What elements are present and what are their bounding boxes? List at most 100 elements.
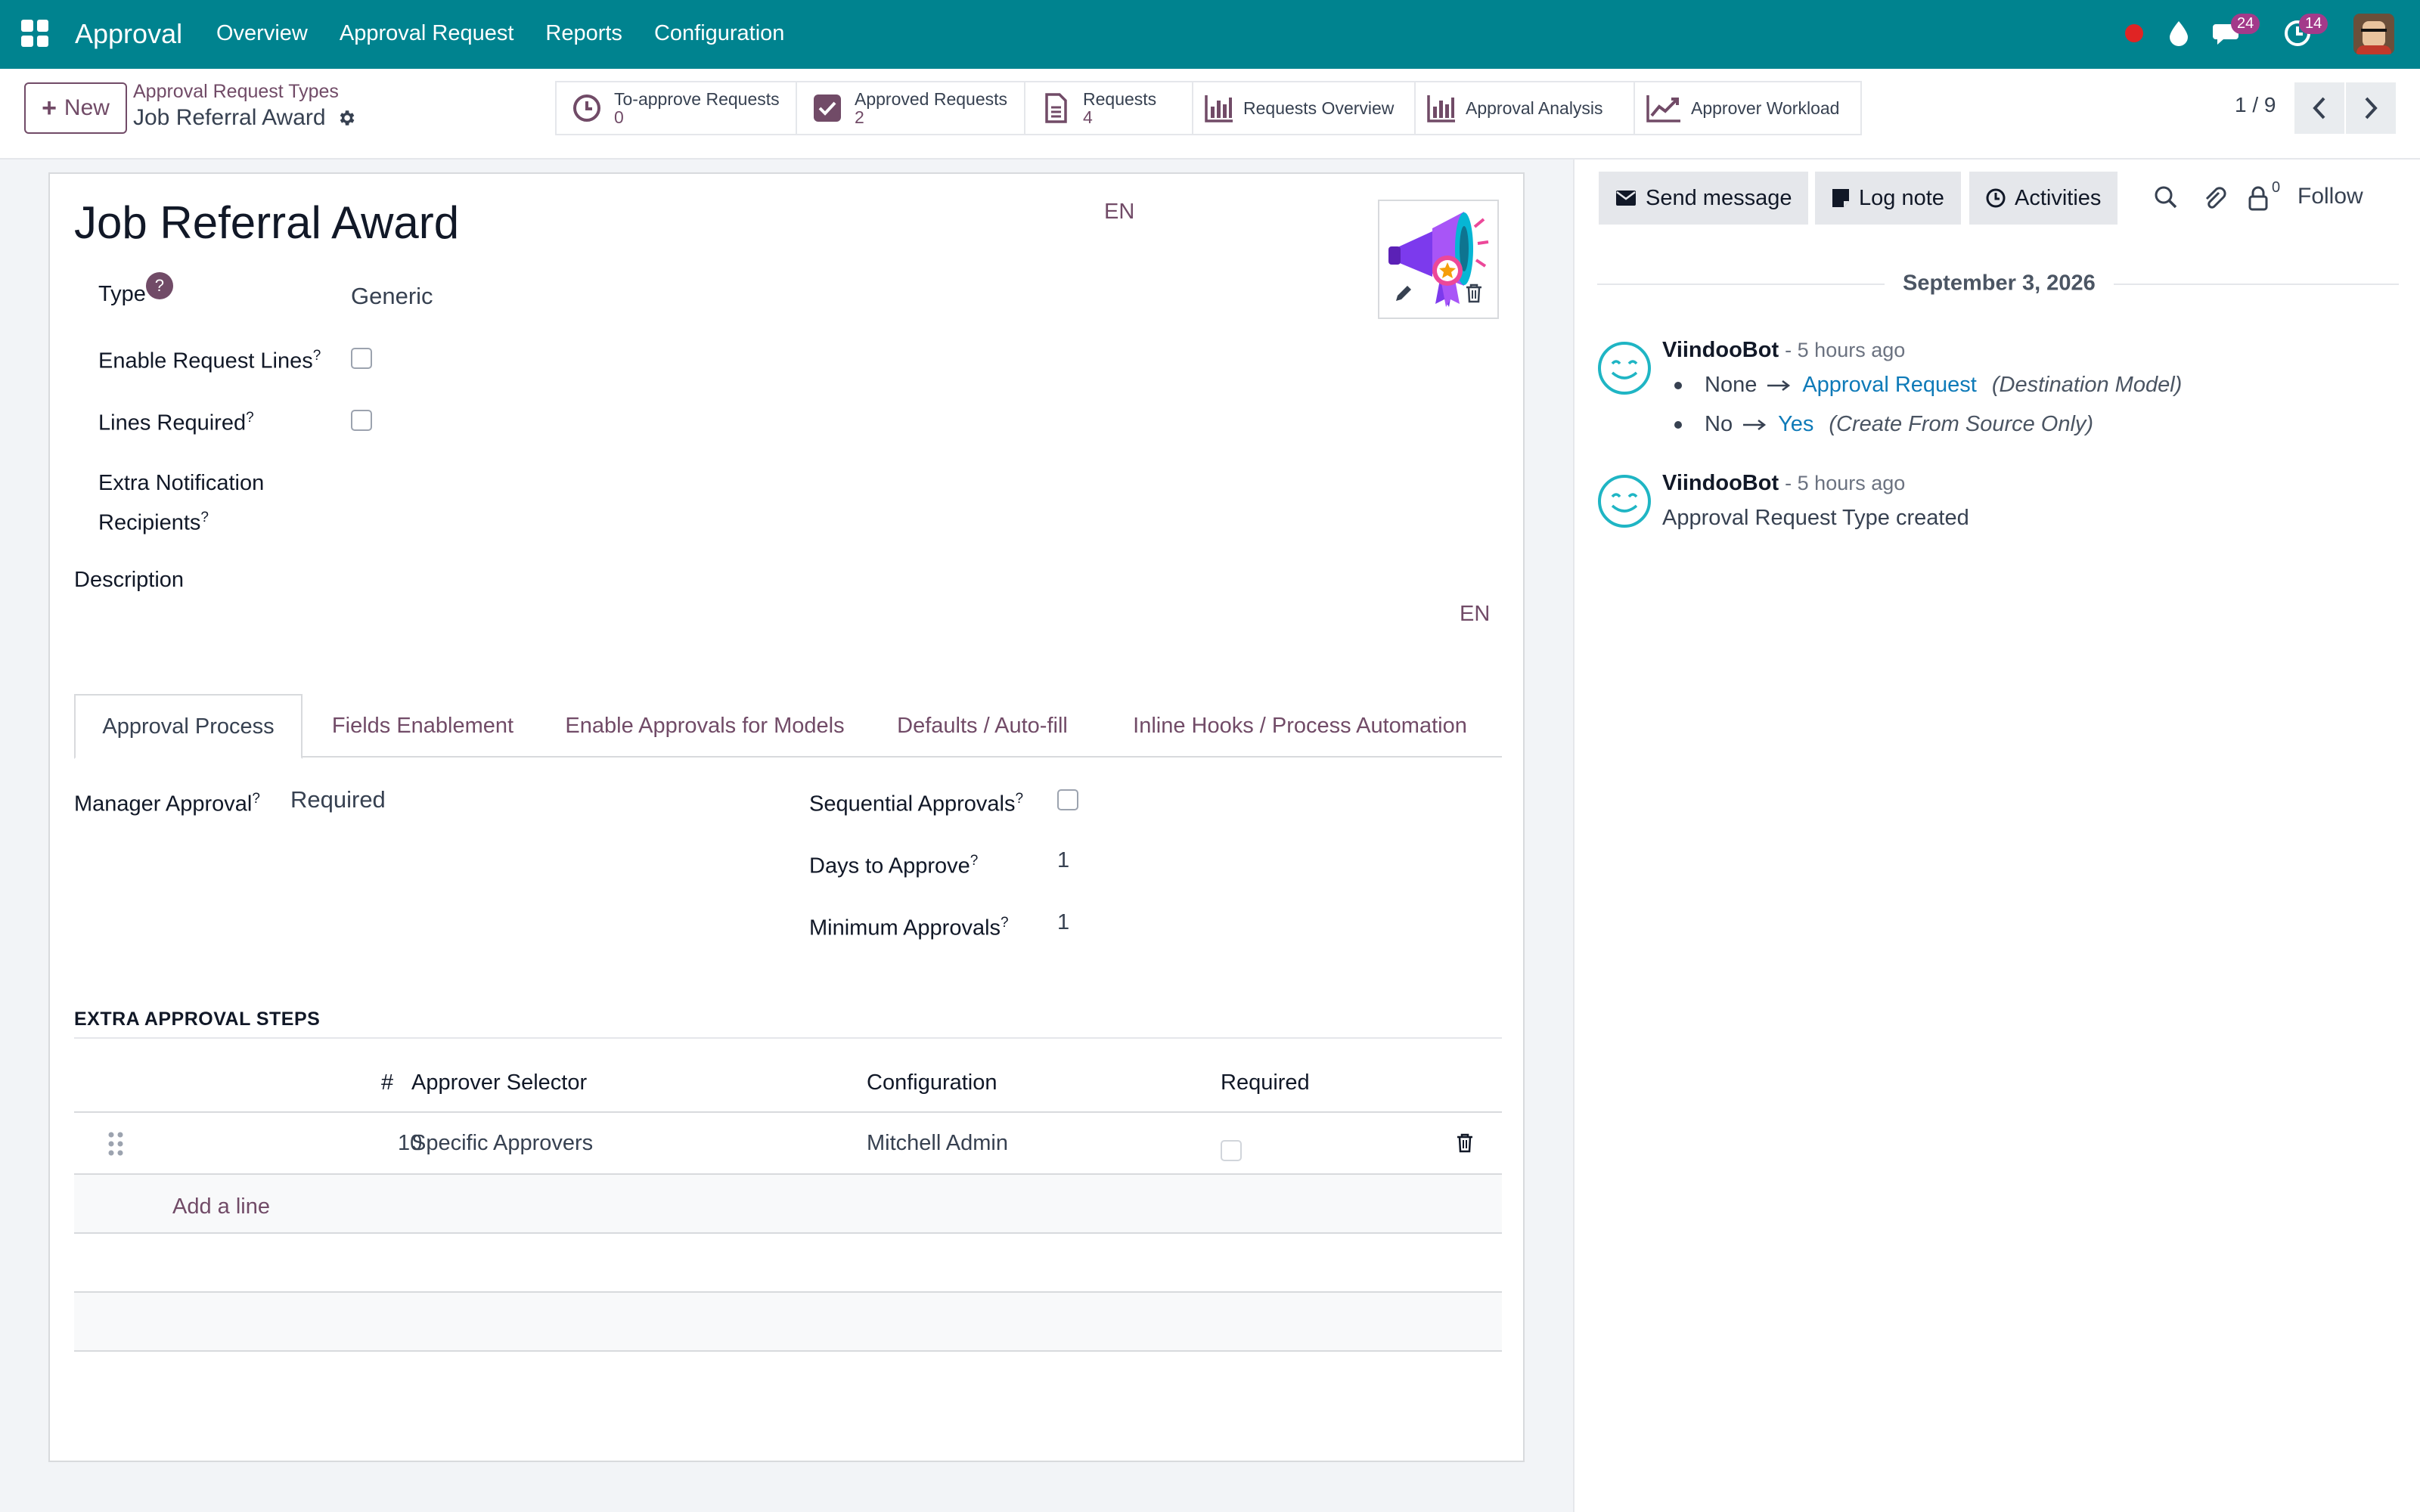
lines-required-checkbox[interactable] — [351, 410, 372, 431]
row-approver-selector[interactable]: Specific Approvers — [411, 1131, 593, 1156]
activities-button[interactable]: Activities — [1969, 172, 2118, 225]
tab-defaults-autofill[interactable]: Defaults / Auto-fill — [867, 694, 1098, 758]
approved-count: 2 — [855, 107, 864, 127]
requests-button[interactable]: Requests 4 — [1025, 82, 1193, 134]
section-divider — [74, 1037, 1502, 1039]
plus-icon: + — [42, 93, 57, 122]
change-field-name: (Create From Source Only) — [1829, 412, 2094, 436]
approved-requests-button[interactable]: Approved Requests 2 — [797, 82, 1025, 134]
type-help-icon[interactable]: ? — [145, 272, 173, 299]
enable-request-lines-help-icon[interactable]: ? — [313, 348, 321, 364]
tab-inline-hooks[interactable]: Inline Hooks / Process Automation — [1098, 694, 1502, 758]
enable-request-lines-checkbox[interactable] — [351, 348, 372, 369]
log-note-button[interactable]: Log note — [1815, 172, 1961, 225]
message-author-name: ViindooBot — [1662, 338, 1779, 362]
manager-approval-value[interactable]: Required — [290, 786, 386, 813]
paperclip-icon[interactable] — [2202, 185, 2226, 211]
to-approve-requests-button[interactable]: To-approve Requests 0 — [557, 82, 797, 134]
bullet-icon — [1674, 420, 1682, 429]
days-to-approve-value[interactable]: 1 — [1057, 848, 1069, 873]
smart-buttons: To-approve Requests 0 Approved Requests … — [555, 81, 1862, 135]
pager-previous-button[interactable] — [2294, 82, 2344, 134]
tab-fields-enablement[interactable]: Fields Enablement — [302, 694, 543, 758]
app-brand[interactable]: Approval — [75, 18, 182, 50]
notebook-tabs: Approval Process Fields Enablement Enabl… — [74, 694, 1502, 759]
check-square-icon — [814, 94, 841, 122]
minimum-approvals-value[interactable]: 1 — [1057, 910, 1069, 935]
days-to-approve-help-icon[interactable]: ? — [970, 853, 979, 869]
add-a-line-link[interactable]: Add a line — [172, 1194, 270, 1219]
send-message-button[interactable]: Send message — [1599, 172, 1809, 225]
minimum-approvals-help-icon[interactable]: ? — [1001, 915, 1009, 931]
record-dot-icon[interactable] — [2125, 24, 2143, 42]
menu-reports[interactable]: Reports — [545, 21, 622, 46]
column-header-configuration[interactable]: Configuration — [867, 1070, 997, 1095]
lock-icon[interactable] — [2248, 185, 2269, 211]
apps-menu-icon[interactable] — [21, 20, 48, 47]
description-lang-button[interactable]: EN — [1460, 602, 1490, 627]
breadcrumb-current-label: Job Referral Award — [133, 105, 326, 130]
days-to-approve-text: Days to Approve — [809, 854, 970, 878]
extra-recipients-help-icon[interactable]: ? — [200, 510, 209, 525]
lines-required-label: Lines Required? — [98, 401, 254, 441]
requests-overview-label: Requests Overview — [1243, 98, 1395, 118]
sequential-approvals-text: Sequential Approvals — [809, 792, 1016, 816]
pager-next-button[interactable] — [2346, 82, 2396, 134]
record-title[interactable]: Job Referral Award — [74, 197, 459, 249]
trash-icon[interactable] — [1464, 283, 1484, 304]
breadcrumb-parent[interactable]: Approval Request Types — [133, 81, 339, 103]
chevron-right-icon — [2365, 97, 2378, 119]
requests-overview-button[interactable]: Requests Overview — [1193, 82, 1416, 134]
table-row-divider — [74, 1350, 1502, 1352]
approval-analysis-button[interactable]: Approval Analysis — [1416, 82, 1635, 134]
tab-enable-approvals-for-models[interactable]: Enable Approvals for Models — [543, 694, 867, 758]
new-button[interactable]: + New — [24, 82, 127, 134]
enable-request-lines-label: Enable Request Lines? — [98, 339, 321, 379]
menu-overview[interactable]: Overview — [216, 21, 308, 46]
top-navbar: Approval Overview Approval Request Repor… — [0, 0, 2420, 69]
approver-workload-button[interactable]: Approver Workload — [1635, 82, 1860, 134]
chevron-left-icon — [2313, 97, 2325, 119]
row-required-checkbox[interactable] — [1221, 1140, 1242, 1161]
message-author[interactable]: ViindooBot - 5 hours ago — [1662, 471, 1905, 496]
row-configuration[interactable]: Mitchell Admin — [867, 1131, 1008, 1156]
lines-required-help-icon[interactable]: ? — [246, 410, 254, 426]
user-avatar[interactable] — [2353, 14, 2394, 54]
manager-approval-help-icon[interactable]: ? — [252, 791, 260, 807]
sequential-approvals-help-icon[interactable]: ? — [1015, 791, 1023, 807]
control-panel: + New Approval Request Types Job Referra… — [0, 69, 2420, 160]
activities-label: Activities — [2015, 185, 2102, 210]
menu-approval-request[interactable]: Approval Request — [340, 21, 514, 46]
column-header-approver-selector[interactable]: Approver Selector — [411, 1070, 587, 1095]
trash-icon[interactable] — [1455, 1132, 1475, 1154]
pager-value[interactable]: 1 / 9 — [2235, 93, 2276, 117]
approved-label: Approved Requests — [855, 88, 1008, 109]
followers-count: 0 — [2272, 179, 2281, 196]
title-lang-button[interactable]: EN — [1104, 200, 1134, 225]
sequential-approvals-checkbox[interactable] — [1057, 789, 1078, 810]
drop-icon[interactable] — [2167, 20, 2190, 47]
record-image[interactable] — [1378, 200, 1499, 319]
column-header-required[interactable]: Required — [1221, 1070, 1310, 1095]
search-icon[interactable] — [2154, 185, 2178, 209]
lines-required-text: Lines Required — [98, 411, 247, 435]
type-value[interactable]: Generic — [351, 283, 433, 310]
clock-icon — [573, 94, 600, 122]
follow-button[interactable]: Follow — [2297, 184, 2363, 209]
drag-handle-icon[interactable] — [107, 1131, 124, 1157]
gear-icon[interactable] — [337, 108, 356, 128]
bot-avatar-icon[interactable] — [1597, 474, 1652, 528]
bot-avatar-icon[interactable] — [1597, 341, 1652, 395]
minimum-approvals-text: Minimum Approvals — [809, 916, 1001, 940]
extra-recipients-label-line2: Recipients — [98, 510, 201, 535]
edit-pencil-icon[interactable] — [1393, 283, 1414, 304]
manager-approval-label: Manager Approval? — [74, 782, 260, 822]
menu-configuration[interactable]: Configuration — [654, 21, 785, 46]
change-old-value: No — [1705, 412, 1733, 436]
message-author[interactable]: ViindooBot - 5 hours ago — [1662, 338, 1905, 363]
days-to-approve-label: Days to Approve? — [809, 844, 978, 884]
new-button-label: New — [64, 95, 110, 120]
tab-approval-process[interactable]: Approval Process — [74, 694, 302, 759]
chatter-panel: Send message Log note Activities 0 Follo… — [1573, 160, 2420, 1512]
column-header-sequence[interactable]: # — [381, 1070, 393, 1095]
